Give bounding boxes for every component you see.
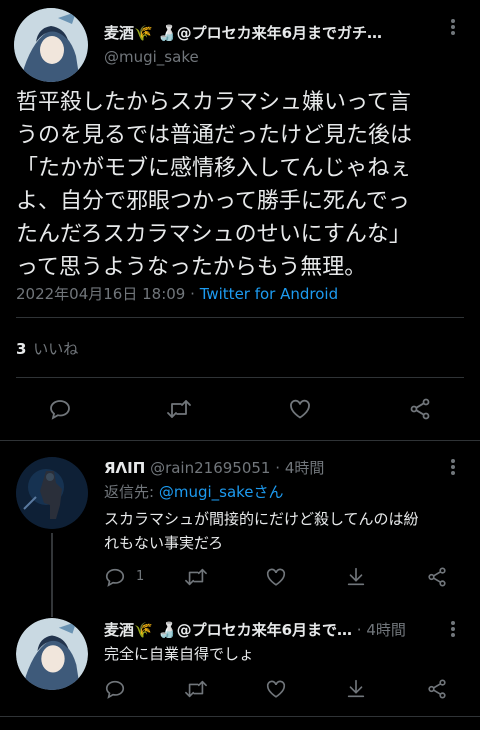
reply2-body: 完全に自業自得でしょ — [104, 645, 255, 663]
more-dots-icon[interactable] — [450, 620, 456, 642]
share-icon[interactable] — [426, 678, 448, 700]
more-dots-icon[interactable] — [450, 458, 456, 480]
tweet-line: よ、自分で邪眼つかって勝手に死んでっ — [16, 189, 410, 214]
tweet-line: って思うようなったからもう無理。 — [16, 255, 367, 280]
tweet-timestamp[interactable]: 2022年04月16日 18:09 — [16, 285, 185, 303]
reply1-display-name[interactable]: ЯΛIП — [104, 459, 145, 477]
main-tweet-body: 哲平殺したからスカラマシュ嫌いって言 うのを見るでは普通だったけど見た後は 「た… — [16, 86, 472, 284]
like-icon[interactable] — [265, 566, 287, 588]
meta-separator: · — [356, 621, 362, 639]
meta-separator: · — [190, 285, 195, 303]
reply2-avatar[interactable] — [16, 618, 88, 690]
likes-stat[interactable]: 3 いいね — [16, 338, 78, 359]
section-divider — [0, 716, 480, 717]
thread-line — [51, 533, 53, 617]
retweet-icon[interactable] — [166, 397, 192, 421]
reply-to-prefix: 返信先: — [104, 483, 159, 501]
main-tweet-display-name[interactable]: 麦酒🌾 🍶@プロセカ来年6月までガチ… — [104, 22, 404, 43]
like-icon[interactable] — [288, 397, 312, 421]
retweet-icon[interactable] — [184, 678, 208, 700]
more-dots-icon[interactable] — [450, 18, 456, 40]
reply-icon[interactable] — [48, 397, 72, 421]
main-tweet-handle[interactable]: @mugi_sake — [104, 48, 199, 66]
tweet-line: うのを見るでは普通だったけど見た後は — [16, 123, 413, 148]
meta-separator: · — [275, 459, 281, 477]
reply1-reply-to: 返信先: @mugi_sakeさん — [104, 481, 284, 502]
tweet-source-link[interactable]: Twitter for Android — [200, 285, 338, 303]
like-icon[interactable] — [265, 678, 287, 700]
tweet-line: 「たかがモブに感情移入してんじゃねぇ — [16, 156, 412, 181]
reply1-handle[interactable]: @rain21695051 — [150, 459, 270, 477]
reply2-time[interactable]: 4時間 — [366, 621, 406, 639]
divider — [16, 317, 464, 318]
likes-count: 3 — [16, 340, 27, 358]
reply-to-handle[interactable]: @mugi_sake — [159, 483, 254, 501]
reply-to-suffix: さん — [253, 483, 284, 501]
reply1-body: スカラマシュが間接的にだけど殺してんのは紛 れもない事実だろ — [104, 507, 474, 555]
reply1-header: ЯΛIП @rain21695051 · 4時間 — [104, 457, 324, 478]
tweet-line: 哲平殺したからスカラマシュ嫌いって言 — [16, 90, 411, 115]
download-icon[interactable] — [345, 678, 367, 700]
section-divider — [0, 440, 480, 441]
download-icon[interactable] — [345, 566, 367, 588]
tweet-line: スカラマシュが間接的にだけど殺してんのは紛 — [104, 510, 419, 528]
reply2-header: 麦酒🌾 🍶@プロセカ来年6月まで… · 4時間 — [104, 619, 440, 640]
divider — [16, 377, 464, 378]
reply2-display-name[interactable]: 麦酒🌾 🍶@プロセカ来年6月まで… — [104, 621, 352, 639]
reply1-time[interactable]: 4時間 — [285, 459, 325, 477]
retweet-icon[interactable] — [184, 566, 208, 588]
share-icon[interactable] — [408, 397, 432, 421]
main-tweet-meta: 2022年04月16日 18:09 · Twitter for Android — [16, 283, 338, 304]
reply-icon[interactable] — [104, 678, 126, 700]
reply-icon[interactable] — [104, 566, 126, 588]
reply1-avatar[interactable] — [16, 457, 88, 529]
tweet-line: たんだろスカラマシュのせいにすんな」 — [16, 222, 411, 247]
reply-count: 1 — [136, 569, 145, 584]
tweet-line: れもない事実だろ — [104, 534, 224, 552]
main-tweet-avatar[interactable] — [14, 8, 88, 82]
share-icon[interactable] — [426, 566, 448, 588]
likes-label: いいね — [33, 340, 79, 358]
